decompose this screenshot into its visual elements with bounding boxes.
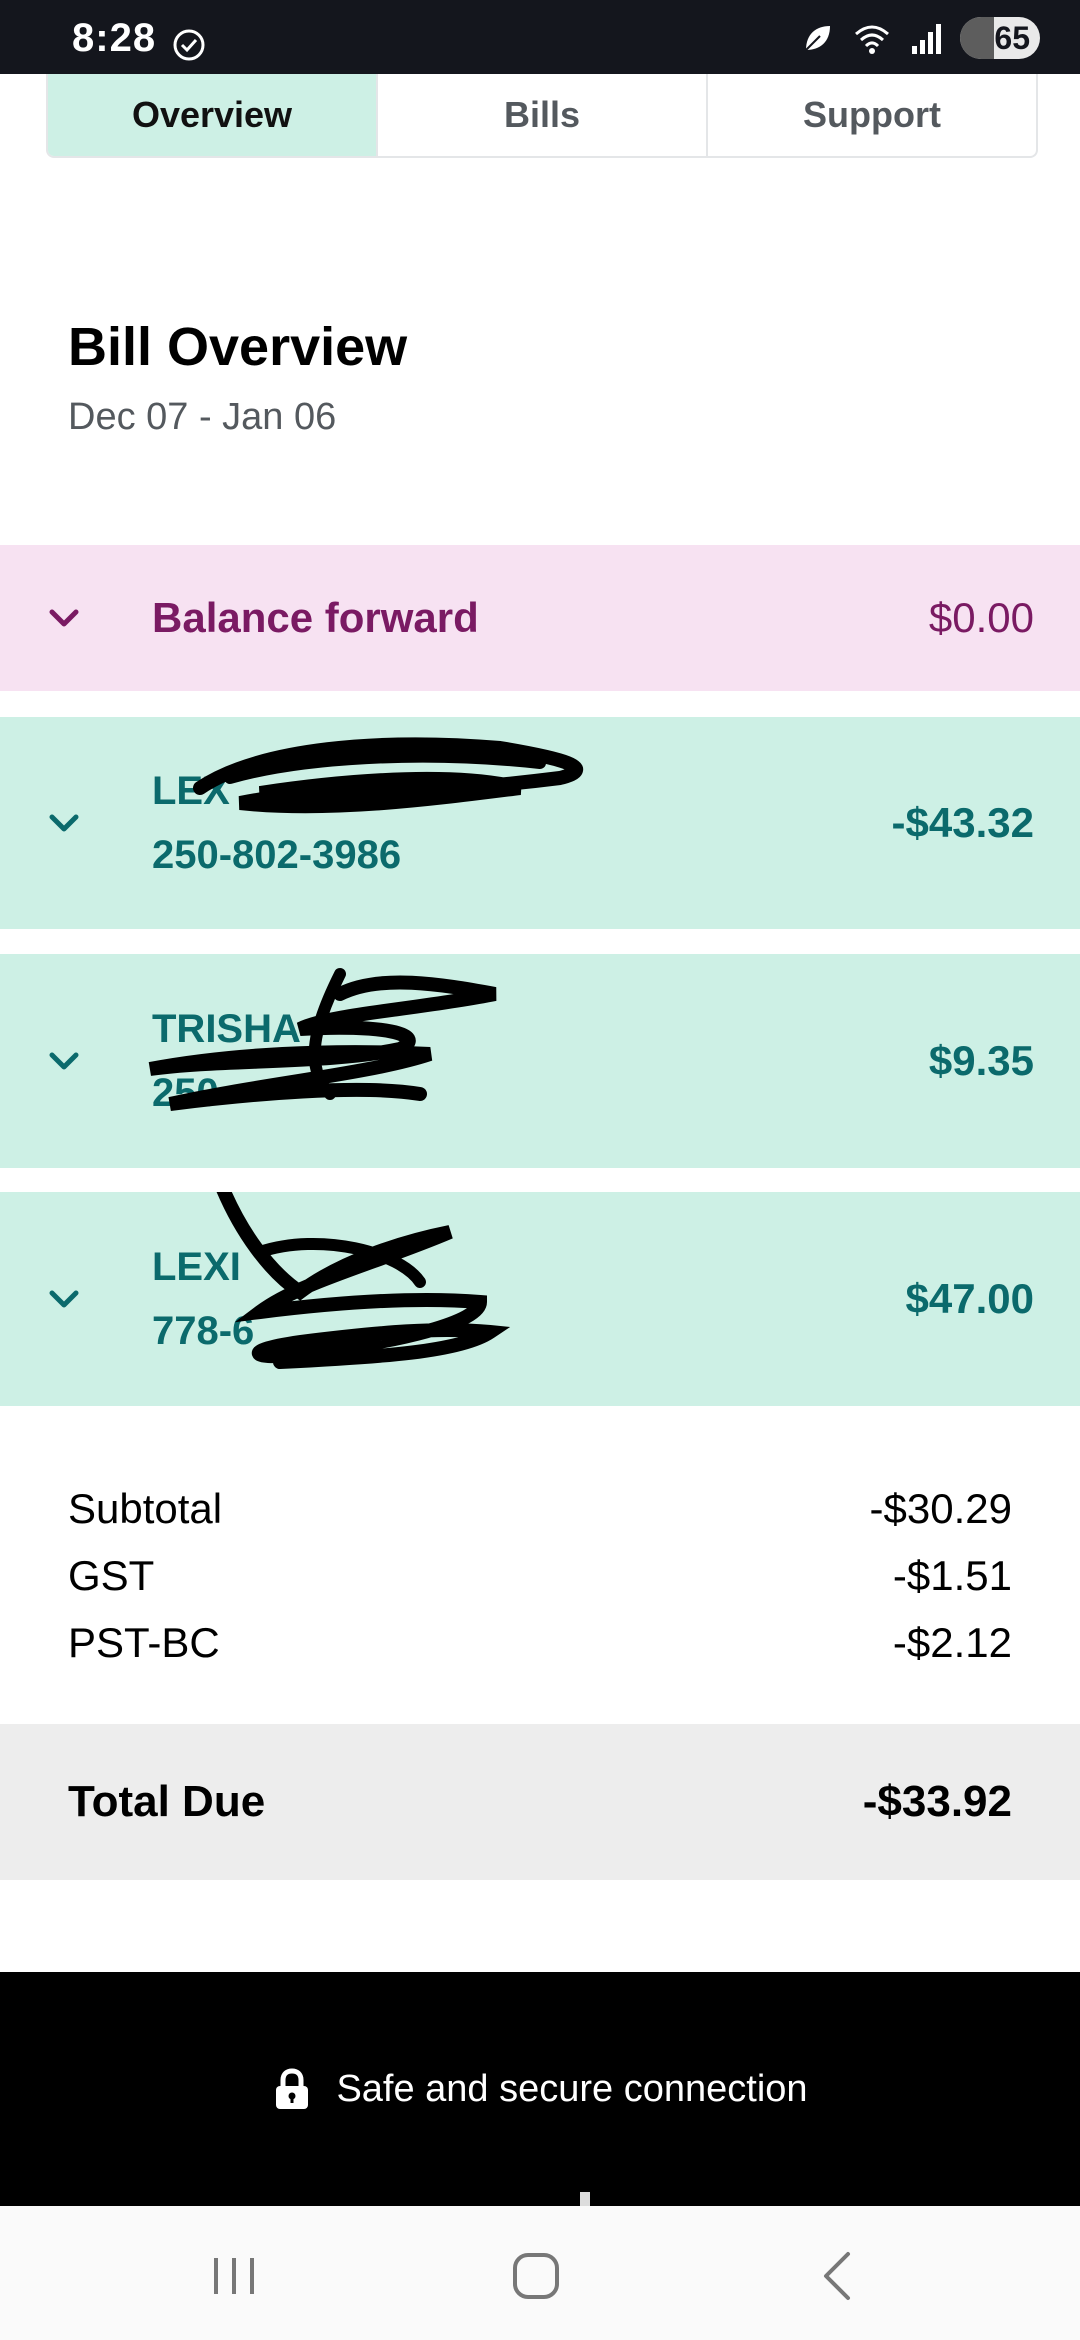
system-nav-bar — [0, 2206, 1080, 2340]
battery-icon: 65 — [960, 17, 1040, 59]
back-icon[interactable] — [808, 2246, 868, 2306]
tab-bar: Overview Bills Support — [46, 74, 1038, 158]
check-circle-icon — [173, 29, 205, 61]
home-icon[interactable] — [506, 2246, 566, 2306]
line-number: 778-6 — [152, 1309, 255, 1353]
line-name: LEX — [152, 769, 230, 813]
line-info: LEXI 778-6 — [152, 1235, 254, 1363]
secure-footer: Safe and secure connection — [0, 1972, 1080, 2206]
tab-support[interactable]: Support — [708, 74, 1036, 156]
lock-icon — [276, 2068, 309, 2109]
wifi-icon — [855, 25, 889, 54]
chevron-down-icon — [49, 1290, 79, 1308]
gst-value: -$1.51 — [892, 1551, 1012, 1599]
pst-value: -$2.12 — [892, 1618, 1012, 1666]
gst-label: GST — [68, 1551, 155, 1599]
subtotal-label: Subtotal — [68, 1484, 223, 1532]
line-name: TRISHA — [152, 1007, 301, 1051]
gst-line: GST -$1.51 — [68, 1542, 1012, 1609]
line-row[interactable]: TRISHA 250- $9.35 — [0, 954, 1080, 1168]
page-title: Bill Overview — [68, 317, 408, 377]
line-number: 250-802-3986 — [152, 833, 402, 877]
line-amount: $9.35 — [928, 1037, 1034, 1084]
status-time: 8:28 — [72, 16, 157, 60]
chevron-down-icon — [49, 1052, 79, 1070]
total-due-label: Total Due — [68, 1777, 266, 1826]
battery-level: 65 — [994, 19, 1030, 56]
balance-forward-amount: $0.00 — [928, 594, 1034, 641]
line-row[interactable]: LEX 250-802-3986 -$43.32 — [0, 717, 1080, 929]
line-info: LEX 250-802-3986 — [152, 759, 401, 887]
total-due-value: -$33.92 — [862, 1777, 1012, 1826]
line-name: LEXI — [152, 1245, 241, 1289]
pst-label: PST-BC — [68, 1618, 220, 1666]
bill-period: Dec 07 - Jan 06 — [68, 396, 337, 438]
tab-bills[interactable]: Bills — [378, 74, 708, 156]
total-due-row: Total Due -$33.92 — [0, 1724, 1080, 1880]
subtotal-line: Subtotal -$30.29 — [68, 1475, 1012, 1542]
app-screen: 8:28 65 Overview Bills Support Bill Over… — [0, 0, 1080, 2340]
signal-icon — [912, 24, 941, 54]
balance-forward-label: Balance forward — [152, 594, 479, 641]
status-bar: 8:28 65 — [0, 0, 1080, 74]
line-amount: $47.00 — [905, 1275, 1034, 1322]
status-icons: 65 — [798, 14, 1040, 62]
leaf-icon — [805, 26, 830, 51]
pst-line: PST-BC -$2.12 — [68, 1609, 1012, 1676]
line-number: 250- — [152, 1071, 233, 1115]
line-info: TRISHA 250- — [152, 997, 301, 1125]
balance-forward-row[interactable]: Balance forward $0.00 — [0, 545, 1080, 691]
recent-apps-icon[interactable] — [204, 2246, 264, 2306]
secure-connection-text: Safe and secure connection — [336, 2067, 808, 2110]
line-amount: -$43.32 — [891, 799, 1034, 846]
line-row[interactable]: LEXI 778-6 $47.00 — [0, 1192, 1080, 1406]
bill-summary: Subtotal -$30.29 GST -$1.51 PST-BC -$2.1… — [68, 1475, 1012, 1676]
chevron-down-icon — [49, 609, 79, 627]
tab-overview[interactable]: Overview — [48, 74, 378, 156]
subtotal-value: -$30.29 — [869, 1484, 1012, 1532]
chevron-down-icon — [49, 814, 79, 832]
